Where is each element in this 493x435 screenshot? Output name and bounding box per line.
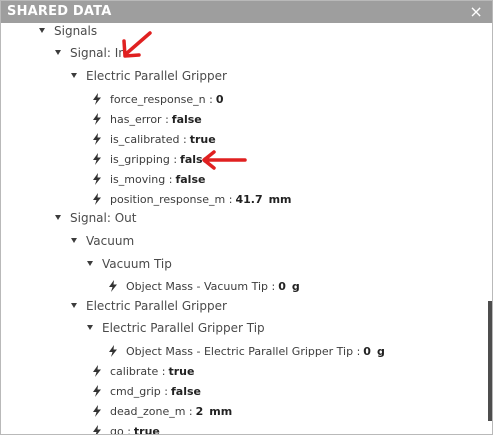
field-value: 2 xyxy=(195,405,204,418)
lightning-bolt-icon xyxy=(93,133,101,145)
caret-down-icon[interactable] xyxy=(71,238,77,243)
signal-field-row[interactable]: calibrate : true xyxy=(92,361,194,381)
signal-field-row[interactable]: force_response_n :0 xyxy=(92,89,224,109)
lightning-bolt-icon xyxy=(93,385,101,397)
lightning-bolt-icon xyxy=(93,425,101,434)
signal-field-row[interactable]: Object Mass - Vacuum Tip :0g xyxy=(108,276,300,296)
tree-node-label: Vacuum xyxy=(86,234,135,248)
field-name: cmd_grip xyxy=(110,385,161,398)
signal-field-row[interactable]: Object Mass - Electric Parallel Gripper … xyxy=(108,341,385,361)
field-name: force_response_n xyxy=(110,93,206,106)
tree-node-label: Vacuum Tip xyxy=(102,257,172,271)
lightning-bolt-icon xyxy=(93,173,101,185)
close-icon[interactable]: × xyxy=(469,2,483,21)
tree-node-label: Signal: In xyxy=(70,46,126,60)
tree-node-gripper-out[interactable]: Electric Parallel Gripper xyxy=(71,296,227,316)
signal-field-row[interactable]: is_calibrated : true xyxy=(92,129,216,149)
signal-field-row[interactable]: position_response_m :41.7 mm xyxy=(92,189,292,209)
lightning-bolt-icon xyxy=(93,365,101,377)
tree-node-vacuum[interactable]: Vacuum xyxy=(71,231,134,251)
field-name: Object Mass - Electric Parallel Gripper … xyxy=(126,345,354,358)
panel-title: SHARED DATA xyxy=(7,4,112,19)
caret-down-icon[interactable] xyxy=(71,73,77,78)
field-unit: mm xyxy=(268,193,292,206)
tree-node-label: Signals xyxy=(54,24,98,38)
tree-node-label: Signal: Out xyxy=(70,211,137,225)
field-name: is_gripping xyxy=(110,153,170,166)
tree-node-label: Electric Parallel Gripper xyxy=(86,299,227,313)
tree-node-signals[interactable]: Signals xyxy=(39,21,97,41)
tree-node-label: Electric Parallel Gripper Tip xyxy=(102,321,265,335)
field-value: false xyxy=(171,113,202,126)
tree-node-vacuum-tip[interactable]: Vacuum Tip xyxy=(87,254,172,274)
lightning-bolt-icon xyxy=(93,113,101,125)
field-value: false xyxy=(175,173,206,186)
annotation-arrow-icon xyxy=(122,31,152,58)
signal-field-row[interactable]: is_moving : false xyxy=(92,169,205,189)
caret-down-icon[interactable] xyxy=(55,215,61,220)
lightning-bolt-icon xyxy=(93,193,101,205)
tree-node-signal-in[interactable]: Signal: In xyxy=(55,43,126,63)
lightning-bolt-icon xyxy=(109,345,117,357)
field-value: 41.7 xyxy=(235,193,263,206)
panel-header: SHARED DATA × xyxy=(1,1,492,23)
field-value: true xyxy=(133,425,160,435)
field-name: Object Mass - Vacuum Tip xyxy=(126,280,269,293)
caret-down-icon[interactable] xyxy=(71,303,77,308)
lightning-bolt-icon xyxy=(93,405,101,417)
caret-down-icon[interactable] xyxy=(87,261,93,266)
signal-field-row[interactable]: dead_zone_m :2 mm xyxy=(92,401,232,421)
lightning-bolt-icon xyxy=(109,280,117,292)
signal-field-row[interactable]: cmd_grip : false xyxy=(92,381,201,401)
annotation-arrow-icon xyxy=(202,150,247,170)
shared-data-panel: SHARED DATA × Signals Signal: In Electri… xyxy=(0,0,493,435)
field-name: calibrate xyxy=(110,365,159,378)
field-value: true xyxy=(189,133,216,146)
signal-field-row[interactable]: is_gripping : false xyxy=(92,149,210,169)
tree-node-signal-out[interactable]: Signal: Out xyxy=(55,208,136,228)
field-value: 0 xyxy=(278,280,286,293)
lightning-bolt-icon xyxy=(93,93,101,105)
field-name: position_response_m xyxy=(110,193,226,206)
field-unit: g xyxy=(291,280,300,293)
caret-down-icon[interactable] xyxy=(55,50,61,55)
field-name: is_moving xyxy=(110,173,166,186)
signal-field-row[interactable]: has_error : false xyxy=(92,109,202,129)
tree-node-gripper-tip[interactable]: Electric Parallel Gripper Tip xyxy=(87,318,265,338)
tree-node-gripper-in[interactable]: Electric Parallel Gripper xyxy=(71,66,227,86)
signal-field-row[interactable]: go : true xyxy=(92,421,160,435)
tree-node-label: Electric Parallel Gripper xyxy=(86,69,227,83)
caret-down-icon[interactable] xyxy=(87,325,93,330)
field-value: true xyxy=(168,365,195,378)
field-name: go xyxy=(110,425,124,435)
field-value: 0 xyxy=(215,93,224,106)
field-name: is_calibrated xyxy=(110,133,180,146)
field-unit: mm xyxy=(209,405,233,418)
caret-down-icon[interactable] xyxy=(39,28,45,33)
field-value: 0 xyxy=(363,345,371,358)
field-name: dead_zone_m xyxy=(110,405,186,418)
field-value: false xyxy=(171,385,201,398)
scrollbar[interactable] xyxy=(488,301,492,421)
lightning-bolt-icon xyxy=(93,153,101,165)
field-name: has_error xyxy=(110,113,162,126)
field-unit: g xyxy=(376,345,385,358)
